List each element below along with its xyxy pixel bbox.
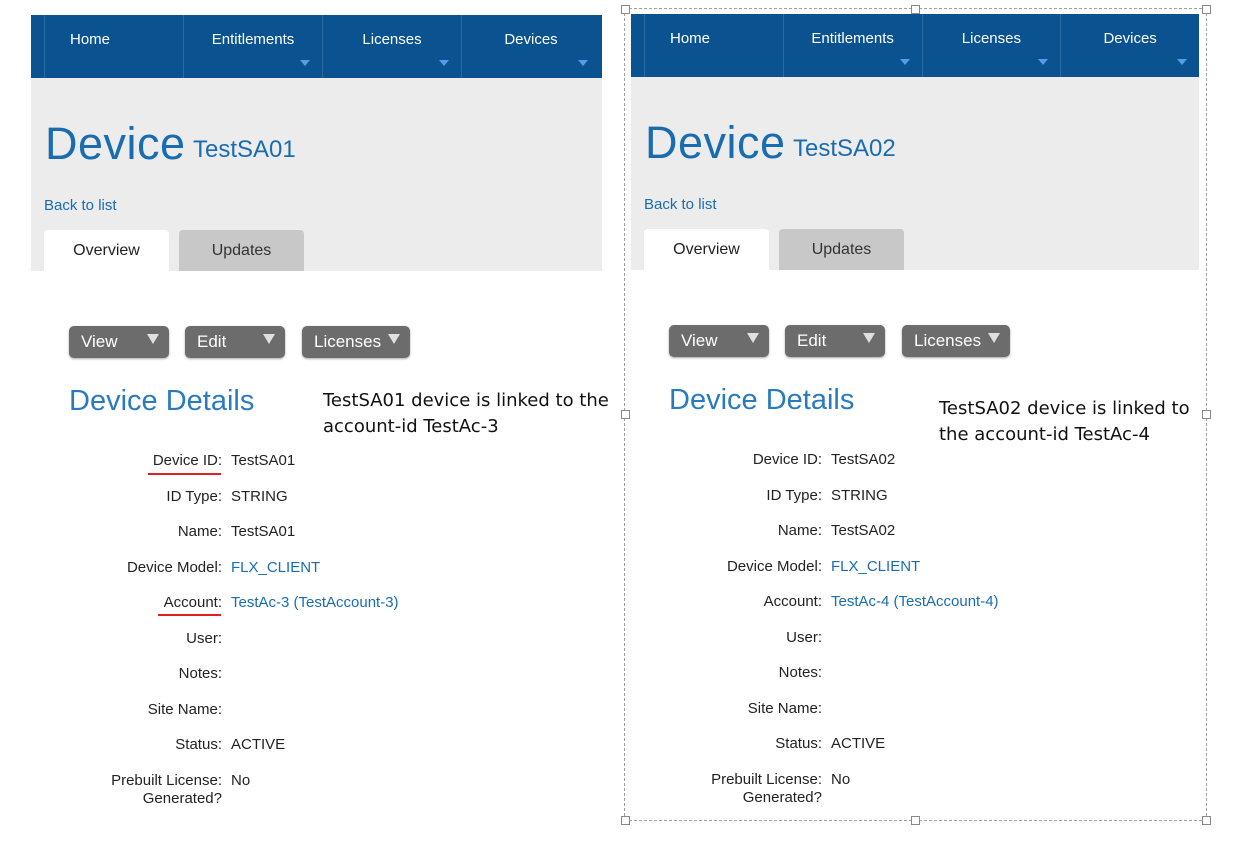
resize-handle[interactable] [911,5,920,14]
selection-frame[interactable] [624,8,1207,821]
resize-handle[interactable] [1202,816,1211,825]
device-model-link[interactable]: FLX_CLIENT [231,559,320,576]
tab-updates[interactable]: Updates [179,230,304,271]
overview-content: View Edit Licenses Device Details TestSA… [44,271,609,818]
dropdown-arrow-icon [439,60,449,66]
resize-handle[interactable] [621,5,630,14]
back-to-list-link[interactable]: Back to list [44,197,117,214]
edit-menu-button[interactable]: Edit [185,326,285,358]
nav-devices[interactable]: Devices [462,15,600,78]
caret-down-icon [388,334,400,344]
resize-handle[interactable] [911,816,920,825]
dropdown-arrow-icon [300,60,310,66]
annotation-underline [148,473,221,475]
resize-handle[interactable] [1202,410,1211,419]
nav-home[interactable]: Home [44,15,184,78]
nav-licenses[interactable]: Licenses [323,15,462,78]
dropdown-arrow-icon [578,60,588,66]
view-menu-button[interactable]: View [69,326,169,358]
device-panel-left: Home Entitlements Licenses Devices Devic… [31,0,609,818]
annotation-text: TestSA01 device is linked to the account… [323,390,609,437]
licenses-menu-button[interactable]: Licenses [302,326,410,358]
section-title: Device Details [69,385,255,417]
resize-handle[interactable] [1202,5,1211,14]
resize-handle[interactable] [621,816,630,825]
caret-down-icon [147,334,159,344]
page-title: Device [45,118,186,169]
annotation-underline [158,614,221,616]
top-nav: Home Entitlements Licenses Devices [31,15,602,78]
nav-entitlements[interactable]: Entitlements [184,15,323,78]
account-link[interactable]: TestAc-3 (TestAccount-3) [231,594,399,611]
caret-down-icon [263,334,275,344]
tab-overview[interactable]: Overview [44,230,169,271]
resize-handle[interactable] [621,410,630,419]
device-id-heading: TestSA01 [193,136,296,163]
